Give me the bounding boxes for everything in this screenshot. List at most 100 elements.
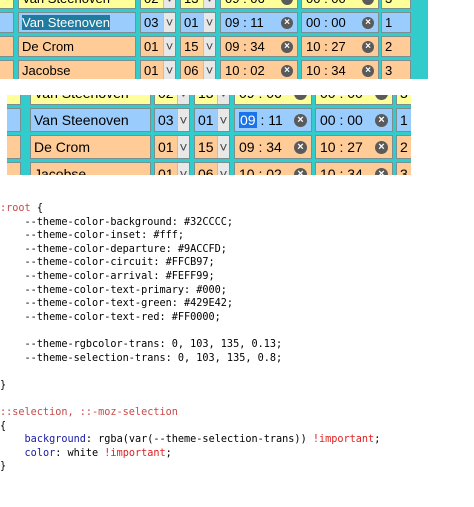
time-arrival-input[interactable]: 10 : 27 × [301,36,379,57]
position-number: 3 [381,60,411,79]
clear-icon[interactable]: × [281,0,293,5]
close-brace: } [0,379,7,391]
name-field[interactable]: Van Steenoven [18,0,136,9]
day-value: 03 [144,15,159,30]
month-select[interactable]: 13˅ [194,95,230,105]
clear-icon[interactable]: × [362,40,374,53]
css-variable-line: --theme-color-text-primary: #000; [0,284,227,296]
name-field[interactable]: De Crom [18,36,136,57]
chevron-down-icon[interactable]: ˅ [217,163,229,175]
time-arrival-input[interactable]: 00 : 00 × [315,108,393,132]
day-select[interactable]: 01 ˅ [140,60,176,79]
clear-icon[interactable]: × [281,40,293,53]
chevron-down-icon[interactable]: ˅ [203,61,215,79]
time-departure-input[interactable]: 09 : 11 × [234,108,312,132]
day-select[interactable]: 03 ˅ [140,12,176,33]
clear-icon[interactable]: × [375,113,388,127]
chevron-down-icon[interactable]: ˅ [203,0,215,8]
time-departure-input[interactable]: 09 : 34 × [234,135,312,159]
name-field[interactable]: Jacobse [30,162,151,175]
name-text: De Crom [22,39,75,54]
name-field[interactable]: De Crom [30,135,151,159]
number-text: 1 [400,112,408,128]
time-departure-input[interactable]: 09 : 06 × [220,0,298,9]
time-arrival-input[interactable]: 10 : 27 × [315,135,393,159]
name-field[interactable]: Van Steenoven [18,12,136,33]
clear-icon[interactable]: × [375,167,388,175]
css-variable-line: --theme-selection-trans: 0, 103, 135, 0.… [0,352,283,364]
time-text: 09 : 06 [225,0,265,6]
open-brace-2: { [0,420,7,432]
clear-icon[interactable]: × [294,113,307,127]
chevron-down-icon[interactable]: ˅ [163,37,175,56]
css-variable-line: --theme-color-inset: #fff; [0,230,185,242]
position-number: 1 [381,12,411,33]
month-select[interactable]: 01 ˅ [194,108,230,132]
time-departure-input[interactable]: 10 : 02 × [220,60,298,79]
clear-icon[interactable]: × [375,95,388,100]
clear-icon[interactable]: × [281,64,293,77]
day-select[interactable]: 02˅ [154,95,190,105]
time-text: 00 : 00 [306,15,346,30]
chevron-down-icon[interactable]: ˅ [177,163,189,175]
day-select[interactable]: 01 ˅ [154,135,190,159]
schedule-row: Van Steenoven 03 ˅ 01 ˅ 09 : 11 × 00 : 00 × 1 [7,108,411,132]
name-text: De Crom [34,139,91,155]
chevron-down-icon[interactable]: ˅ [217,95,229,104]
clear-icon[interactable]: × [362,0,374,5]
time-text: 10 : 34 [306,63,346,78]
month-select[interactable]: 13 ˅ [180,0,216,9]
name-field[interactable]: Van Steenoven [30,95,151,105]
clear-icon[interactable]: × [294,167,307,175]
time-departure-input[interactable]: 10 : 02 × [234,162,312,175]
chevron-down-icon[interactable]: ˅ [177,109,189,131]
time-arrival-input[interactable]: 00 : 00 × [301,0,379,9]
chevron-down-icon[interactable]: ˅ [163,61,175,79]
day-select[interactable]: 02˅ [140,0,176,9]
month-value: 06 [198,166,214,175]
clear-icon[interactable]: × [294,95,307,100]
time-hours-highlight: 09 [239,112,257,128]
month-select[interactable]: 06 ˅ [180,60,216,79]
chevron-down-icon[interactable]: ˅ [217,136,229,158]
month-value: 13 [184,0,198,6]
chevron-down-icon[interactable]: ˅ [177,136,189,158]
month-select[interactable]: 15 ˅ [180,36,216,57]
day-select[interactable]: 03 ˅ [154,108,190,132]
schedule-row: Van Steenoven02˅ 13˅ 09 : 06×00 : 00× 3 [7,95,411,105]
time-arrival-input[interactable]: 00 : 00 × [301,12,379,33]
chevron-down-icon[interactable]: ˅ [163,13,175,32]
background-value: rgba(var(--theme-selection-trans)) [92,434,313,446]
time-departure-input[interactable]: 09 : 11 × [220,12,298,33]
time-arrival-input[interactable]: 10 : 34 × [315,162,393,175]
clear-icon[interactable]: × [362,64,374,77]
row-edge [7,135,21,159]
clear-icon[interactable]: × [281,16,293,29]
schedule-row: Van Steenoven02˅13˅09 : 06×00 : 00×3 [0,0,428,9]
row-edge [0,60,14,79]
css-variable-line: --theme-color-circuit: #FFCB97; [0,257,215,269]
row-edge [7,108,21,132]
month-select[interactable]: 01 ˅ [180,12,216,33]
name-field[interactable]: Jacobse [18,60,136,79]
chevron-down-icon[interactable]: ˅ [217,109,229,131]
time-arrival-input[interactable]: 10 : 34 × [301,60,379,79]
day-select[interactable]: 01 ˅ [140,36,176,57]
day-select[interactable]: 01 ˅ [154,162,190,175]
month-select[interactable]: 06 ˅ [194,162,230,175]
chevron-down-icon[interactable]: ˅ [163,0,175,8]
time-arrival-input[interactable]: 00 : 00 × [315,95,393,105]
clear-icon[interactable]: × [362,16,374,29]
name-field[interactable]: Van Steenoven [30,108,151,132]
number-text: 3 [400,95,408,101]
clear-icon[interactable]: × [375,140,388,154]
chevron-down-icon[interactable]: ˅ [203,37,215,56]
time-departure-input[interactable]: 09 : 06 × [234,95,312,105]
time-departure-input[interactable]: 09 : 34 × [220,36,298,57]
chevron-down-icon[interactable]: ˅ [203,13,215,32]
clear-icon[interactable]: × [294,140,307,154]
month-value: 01 [184,15,199,30]
chevron-down-icon[interactable]: ˅ [177,95,189,104]
month-select[interactable]: 15 ˅ [194,135,230,159]
time-text: 00 : 00 [306,0,346,6]
